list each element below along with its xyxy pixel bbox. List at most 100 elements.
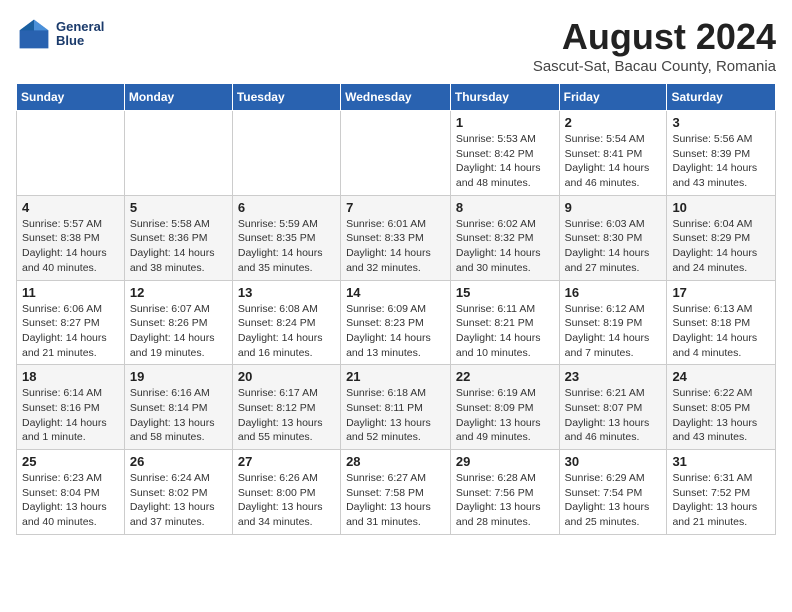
day-number: 31 — [672, 454, 770, 469]
calendar-cell: 22Sunrise: 6:19 AM Sunset: 8:09 PM Dayli… — [450, 365, 559, 450]
day-info: Sunrise: 6:11 AM Sunset: 8:21 PM Dayligh… — [456, 302, 554, 361]
day-info: Sunrise: 6:24 AM Sunset: 8:02 PM Dayligh… — [130, 471, 227, 530]
calendar-cell — [341, 111, 451, 196]
calendar-cell: 25Sunrise: 6:23 AM Sunset: 8:04 PM Dayli… — [17, 450, 125, 535]
calendar-header-row: SundayMondayTuesdayWednesdayThursdayFrid… — [17, 84, 776, 111]
day-info: Sunrise: 6:02 AM Sunset: 8:32 PM Dayligh… — [456, 217, 554, 276]
calendar-cell: 13Sunrise: 6:08 AM Sunset: 8:24 PM Dayli… — [232, 280, 340, 365]
calendar-cell: 12 Sunrise: 6:07 AM Sunset: 8:26 PM Dayli… — [124, 280, 232, 365]
day-info: Sunrise: 6:03 AM Sunset: 8:30 PM Dayligh… — [565, 217, 662, 276]
calendar-cell — [232, 111, 340, 196]
day-number: 18 — [22, 369, 119, 384]
calendar-cell: 10 Sunrise: 6:04 AM Sunset: 8:29 PM Dayli… — [667, 195, 776, 280]
day-info: Sunrise: 6:13 AM Sunset: 8:18 PM Dayligh… — [672, 302, 770, 361]
day-number: 7 — [346, 200, 445, 215]
day-info: Sunrise: 6:07 AM Sunset: 8:26 PM Dayligh… — [130, 302, 227, 361]
day-number: 17 — [672, 285, 770, 300]
day-info: Sunrise: 6:01 AM Sunset: 8:33 PM Dayligh… — [346, 217, 445, 276]
calendar-cell: 16 Sunrise: 6:12 AM Sunset: 8:19 PM Dayli… — [559, 280, 667, 365]
day-number: 4 — [22, 200, 119, 215]
day-info: Sunrise: 6:27 AM Sunset: 7:58 PM Dayligh… — [346, 471, 445, 530]
calendar-cell: 21 Sunrise: 6:18 AM Sunset: 8:11 PM Dayli… — [341, 365, 451, 450]
title-block: August 2024 Sascut-Sat, Bacau County, Ro… — [533, 16, 776, 75]
header-wednesday: Wednesday — [341, 84, 451, 111]
day-info: Sunrise: 5:56 AM Sunset: 8:39 PM Dayligh… — [672, 132, 770, 191]
header-saturday: Saturday — [667, 84, 776, 111]
day-info: Sunrise: 6:29 AM Sunset: 7:54 PM Dayligh… — [565, 471, 662, 530]
logo-icon — [16, 16, 52, 52]
calendar-cell: 1 Sunrise: 5:53 AM Sunset: 8:42 PM Daylig… — [450, 111, 559, 196]
day-number: 11 — [22, 285, 119, 300]
logo-line2: Blue — [56, 34, 104, 48]
day-number: 24 — [672, 369, 770, 384]
calendar-cell — [124, 111, 232, 196]
day-number: 30 — [565, 454, 662, 469]
day-info: Sunrise: 5:53 AM Sunset: 8:42 PM Dayligh… — [456, 132, 554, 191]
day-number: 9 — [565, 200, 662, 215]
day-number: 6 — [238, 200, 335, 215]
calendar-cell: 20 Sunrise: 6:17 AM Sunset: 8:12 PM Dayli… — [232, 365, 340, 450]
logo-line1: General — [56, 20, 104, 34]
day-info: Sunrise: 5:57 AM Sunset: 8:38 PM Dayligh… — [22, 217, 119, 276]
day-info: Sunrise: 6:08 AM Sunset: 8:24 PM Dayligh… — [238, 302, 335, 361]
day-info: Sunrise: 5:59 AM Sunset: 8:35 PM Dayligh… — [238, 217, 335, 276]
day-number: 2 — [565, 115, 662, 130]
calendar-cell: 14Sunrise: 6:09 AM Sunset: 8:23 PM Dayli… — [341, 280, 451, 365]
day-info: Sunrise: 6:04 AM Sunset: 8:29 PM Dayligh… — [672, 217, 770, 276]
calendar-cell: 19 Sunrise: 6:16 AM Sunset: 8:14 PM Dayli… — [124, 365, 232, 450]
day-info: Sunrise: 6:14 AM Sunset: 8:16 PM Dayligh… — [22, 386, 119, 445]
day-info: Sunrise: 6:12 AM Sunset: 8:19 PM Dayligh… — [565, 302, 662, 361]
day-number: 5 — [130, 200, 227, 215]
calendar-cell: 8Sunrise: 6:02 AM Sunset: 8:32 PM Daylig… — [450, 195, 559, 280]
day-number: 16 — [565, 285, 662, 300]
day-number: 28 — [346, 454, 445, 469]
calendar-cell — [17, 111, 125, 196]
day-info: Sunrise: 6:18 AM Sunset: 8:11 PM Dayligh… — [346, 386, 445, 445]
day-number: 10 — [672, 200, 770, 215]
calendar-cell: 30 Sunrise: 6:29 AM Sunset: 7:54 PM Dayli… — [559, 450, 667, 535]
calendar-cell: 6 Sunrise: 5:59 AM Sunset: 8:35 PM Daylig… — [232, 195, 340, 280]
calendar-cell: 17 Sunrise: 6:13 AM Sunset: 8:18 PM Dayli… — [667, 280, 776, 365]
calendar-week-row: 25Sunrise: 6:23 AM Sunset: 8:04 PM Dayli… — [17, 450, 776, 535]
calendar-cell: 26Sunrise: 6:24 AM Sunset: 8:02 PM Dayli… — [124, 450, 232, 535]
calendar-week-row: 11 Sunrise: 6:06 AM Sunset: 8:27 PM Dayli… — [17, 280, 776, 365]
day-info: Sunrise: 6:06 AM Sunset: 8:27 PM Dayligh… — [22, 302, 119, 361]
logo: General Blue — [16, 16, 104, 52]
day-info: Sunrise: 6:17 AM Sunset: 8:12 PM Dayligh… — [238, 386, 335, 445]
calendar-cell: 5 Sunrise: 5:58 AM Sunset: 8:36 PM Daylig… — [124, 195, 232, 280]
calendar-table: SundayMondayTuesdayWednesdayThursdayFrid… — [16, 83, 776, 535]
day-info: Sunrise: 6:28 AM Sunset: 7:56 PM Dayligh… — [456, 471, 554, 530]
calendar-cell: 27Sunrise: 6:26 AM Sunset: 8:00 PM Dayli… — [232, 450, 340, 535]
header-monday: Monday — [124, 84, 232, 111]
calendar-cell: 7 Sunrise: 6:01 AM Sunset: 8:33 PM Daylig… — [341, 195, 451, 280]
day-number: 23 — [565, 369, 662, 384]
day-info: Sunrise: 6:16 AM Sunset: 8:14 PM Dayligh… — [130, 386, 227, 445]
calendar-cell: 15 Sunrise: 6:11 AM Sunset: 8:21 PM Dayli… — [450, 280, 559, 365]
day-number: 29 — [456, 454, 554, 469]
day-info: Sunrise: 6:22 AM Sunset: 8:05 PM Dayligh… — [672, 386, 770, 445]
header-tuesday: Tuesday — [232, 84, 340, 111]
calendar-week-row: 18 Sunrise: 6:14 AM Sunset: 8:16 PM Dayli… — [17, 365, 776, 450]
page-title: August 2024 — [533, 16, 776, 58]
day-info: Sunrise: 6:09 AM Sunset: 8:23 PM Dayligh… — [346, 302, 445, 361]
calendar-cell: 18 Sunrise: 6:14 AM Sunset: 8:16 PM Dayli… — [17, 365, 125, 450]
header-sunday: Sunday — [17, 84, 125, 111]
logo-text: General Blue — [56, 20, 104, 49]
calendar-week-row: 1 Sunrise: 5:53 AM Sunset: 8:42 PM Daylig… — [17, 111, 776, 196]
calendar-cell: 9 Sunrise: 6:03 AM Sunset: 8:30 PM Daylig… — [559, 195, 667, 280]
day-number: 19 — [130, 369, 227, 384]
day-number: 20 — [238, 369, 335, 384]
calendar-cell: 2 Sunrise: 5:54 AM Sunset: 8:41 PM Daylig… — [559, 111, 667, 196]
page-subtitle: Sascut-Sat, Bacau County, Romania — [533, 58, 776, 75]
day-info: Sunrise: 6:21 AM Sunset: 8:07 PM Dayligh… — [565, 386, 662, 445]
day-number: 1 — [456, 115, 554, 130]
day-number: 21 — [346, 369, 445, 384]
day-number: 12 — [130, 285, 227, 300]
day-number: 15 — [456, 285, 554, 300]
day-info: Sunrise: 6:19 AM Sunset: 8:09 PM Dayligh… — [456, 386, 554, 445]
day-info: Sunrise: 5:58 AM Sunset: 8:36 PM Dayligh… — [130, 217, 227, 276]
day-info: Sunrise: 5:54 AM Sunset: 8:41 PM Dayligh… — [565, 132, 662, 191]
page-header: General Blue August 2024 Sascut-Sat, Bac… — [16, 16, 776, 75]
calendar-cell: 11 Sunrise: 6:06 AM Sunset: 8:27 PM Dayli… — [17, 280, 125, 365]
day-number: 25 — [22, 454, 119, 469]
